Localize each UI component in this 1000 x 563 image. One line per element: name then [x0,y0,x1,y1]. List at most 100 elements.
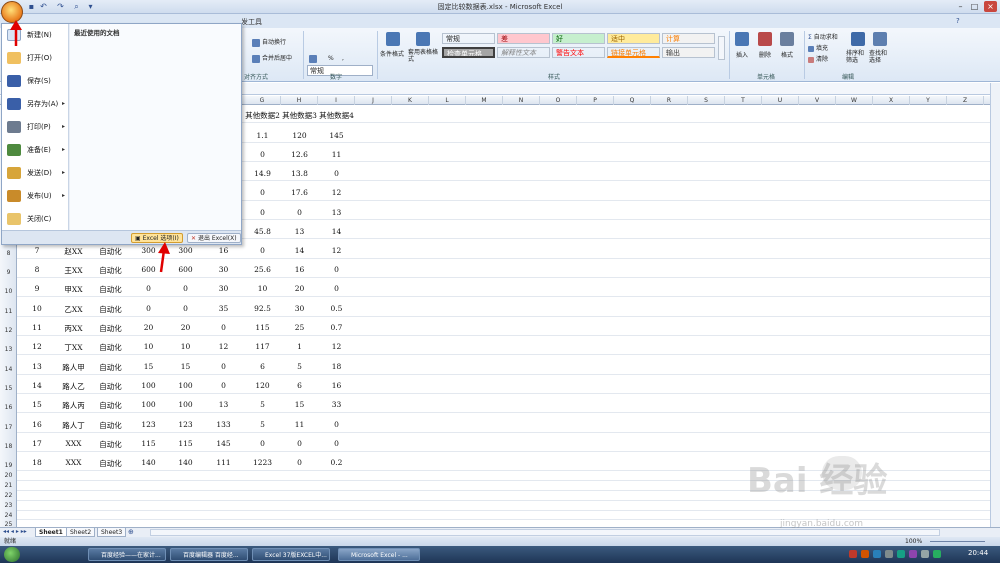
table-cell[interactable]: 自动化 [92,246,129,257]
tab-developer[interactable]: 发工具 [241,17,262,27]
table-cell[interactable]: 15 [167,362,204,371]
table-cell[interactable]: 自动化 [92,439,129,450]
table-cell[interactable]: 100 [167,400,204,409]
menu-close[interactable]: 关闭(C) [2,210,69,228]
percent-button[interactable]: % [328,55,334,62]
fill-button[interactable]: 填充 [808,43,828,52]
autosum-button[interactable]: Σ 自动求和 [808,32,838,41]
table-cell[interactable]: 11 [20,323,54,332]
table-cell[interactable]: 20 [281,284,318,293]
wrap-text-button[interactable]: 自动换行 [252,37,286,47]
column-header[interactable]: K [392,96,429,105]
table-cell[interactable]: 自动化 [92,420,129,431]
style-warning[interactable]: 警告文本 [552,47,605,58]
table-cell[interactable]: 115 [244,323,281,332]
menu-save[interactable]: 保存(S) [2,72,69,90]
table-cell[interactable]: 17 [20,439,54,448]
table-cell[interactable]: 100 [130,381,167,390]
sort-filter-button[interactable]: 排序和筛选 [846,50,868,64]
table-cell[interactable]: 13 [205,400,242,409]
clear-button[interactable]: 清除 [808,54,828,63]
exit-excel-button[interactable]: ✕ 退出 Excel(X) [187,233,241,243]
table-cell[interactable]: 12 [205,342,242,351]
table-cell[interactable]: 13.8 [281,169,318,178]
table-cell[interactable]: 11 [281,420,318,429]
maximize-icon[interactable]: □ [968,1,981,12]
insert-button[interactable]: 插入 [736,50,748,59]
column-header[interactable]: J [355,96,392,105]
row-header[interactable]: 9 [0,269,17,276]
style-bad[interactable]: 差 [497,33,550,44]
find-select-button[interactable]: 查找和选择 [869,50,891,64]
help-icon[interactable]: ? [956,17,960,25]
table-cell[interactable]: 10 [244,284,281,293]
table-cell[interactable]: 0 [281,208,318,217]
style-neutral[interactable]: 适中 [607,33,660,44]
table-cell[interactable]: 123 [167,420,204,429]
column-header[interactable]: Z [947,96,984,105]
menu-prepare[interactable]: 准备(E) ▸ [2,141,69,159]
table-cell[interactable]: 16 [20,420,54,429]
table-header-cell[interactable]: 其他数据3 [281,110,318,121]
row-header[interactable]: 19 [0,462,17,469]
table-cell[interactable]: 自动化 [92,284,129,295]
row-header[interactable]: 20 [0,472,17,479]
table-cell[interactable]: 20 [130,323,167,332]
column-header[interactable]: M [466,96,503,105]
column-header[interactable]: O [540,96,577,105]
table-cell[interactable]: 6 [244,362,281,371]
table-cell[interactable]: 0 [167,304,204,313]
table-cell[interactable]: 自动化 [92,304,129,315]
insert-sheet-icon[interactable]: ⊕ [128,528,134,536]
style-linked-cell[interactable]: 链接单元格 [607,47,660,58]
table-cell[interactable]: 145 [318,131,355,140]
table-cell[interactable]: 15 [281,400,318,409]
row-header[interactable]: 21 [0,482,17,489]
table-cell[interactable]: 13 [281,227,318,236]
table-cell[interactable]: 13 [20,362,54,371]
row-header[interactable]: 14 [0,366,17,373]
table-cell[interactable]: 16 [318,381,355,390]
table-cell[interactable]: 路人甲 [55,362,92,373]
table-cell[interactable]: 自动化 [92,342,129,353]
table-cell[interactable]: 12 [318,188,355,197]
volume-icon[interactable] [921,550,929,558]
tab-sheet1[interactable]: Sheet1 [35,528,67,537]
table-cell[interactable]: 14 [281,246,318,255]
column-header[interactable]: Y [910,96,947,105]
table-cell[interactable]: 115 [130,439,167,448]
table-cell[interactable]: 0 [167,284,204,293]
table-cell[interactable]: 140 [130,458,167,467]
table-cell[interactable]: 120 [281,131,318,140]
menu-save-as[interactable]: 另存为(A) ▸ [2,95,69,113]
taskbar-item[interactable]: 百度编辑器 百度经... [170,548,248,561]
taskbar-item[interactable]: Excel 37版EXCEL中... [252,548,330,561]
table-cell[interactable]: 自动化 [92,323,129,334]
table-cell[interactable]: 11 [318,150,355,159]
menu-print[interactable]: 打印(P) ▸ [2,118,69,136]
format-button[interactable]: 格式 [781,50,793,59]
table-cell[interactable]: 0 [318,265,355,274]
tab-sheet2[interactable]: Sheet2 [66,528,96,537]
table-cell[interactable]: 25 [281,323,318,332]
style-normal[interactable]: 常规 [442,33,495,44]
table-cell[interactable]: 乙XX [55,304,92,315]
table-cell[interactable]: 30 [205,265,242,274]
table-cell[interactable]: 5 [244,420,281,429]
table-cell[interactable]: 0 [130,304,167,313]
table-cell[interactable]: 0.2 [318,458,355,467]
column-header[interactable]: P [577,96,614,105]
table-cell[interactable]: 92.5 [244,304,281,313]
table-cell[interactable]: 0 [205,323,242,332]
table-cell[interactable]: 100 [130,400,167,409]
table-header-cell[interactable]: 其他数据2 [244,110,281,121]
row-header[interactable]: 13 [0,346,17,353]
row-header[interactable]: 17 [0,424,17,431]
table-cell[interactable]: 0 [244,246,281,255]
table-cell[interactable]: 0.5 [318,304,355,313]
currency-button[interactable] [309,55,319,63]
table-cell[interactable]: 0.7 [318,323,355,332]
tray-icon[interactable] [897,550,905,558]
table-cell[interactable]: 1 [281,342,318,351]
table-cell[interactable]: 25.6 [244,265,281,274]
